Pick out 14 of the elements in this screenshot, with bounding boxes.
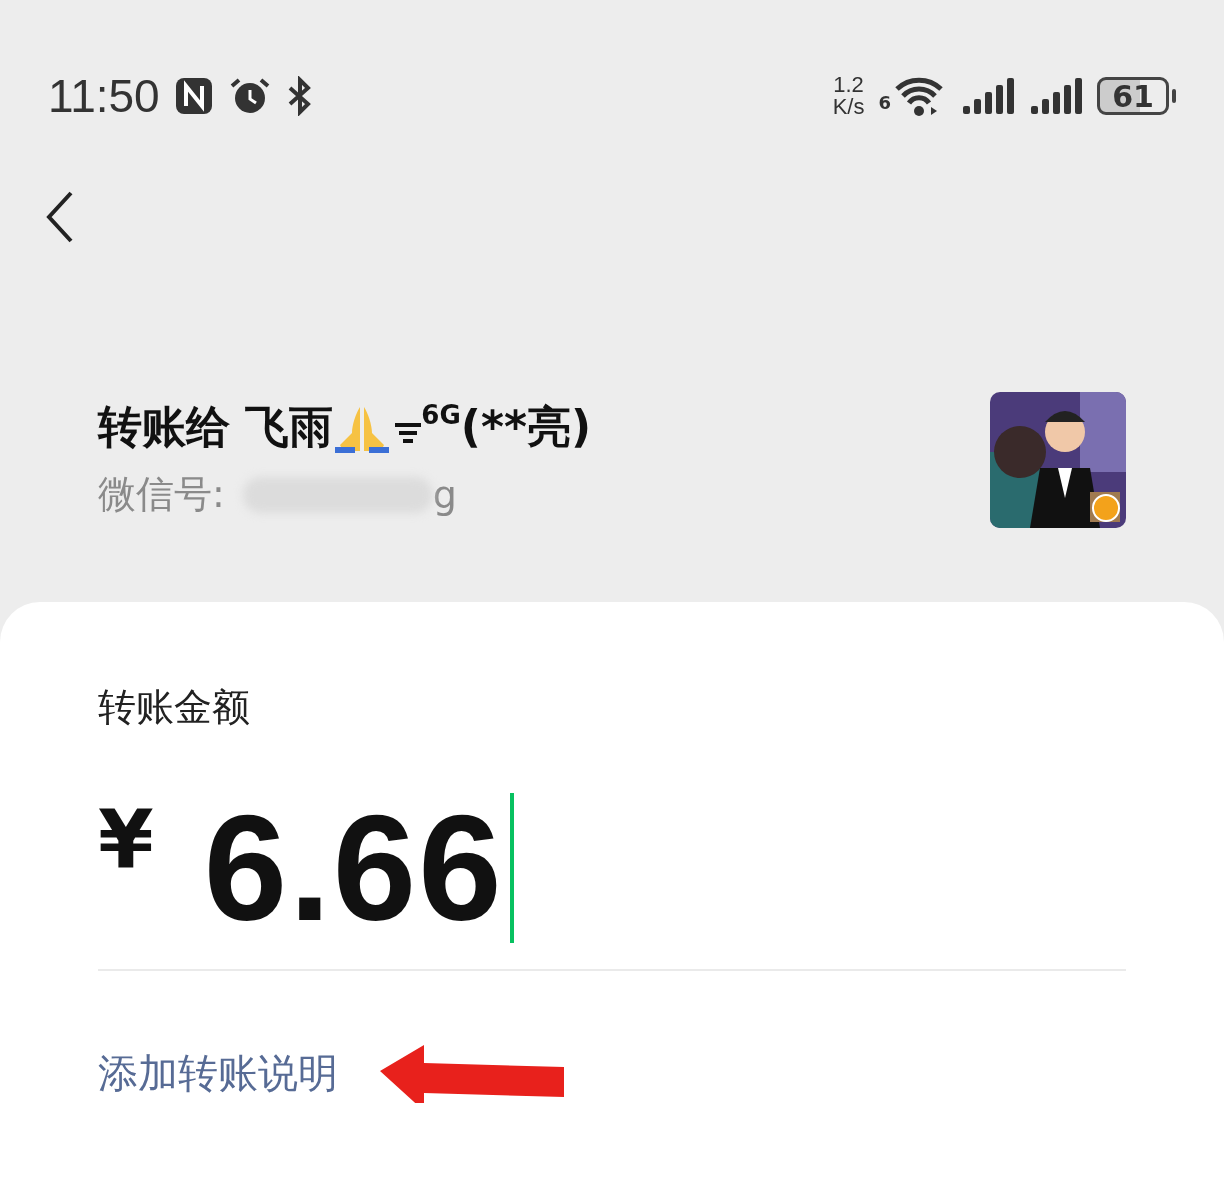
add-note-link[interactable]: 添加转账说明 bbox=[98, 1045, 338, 1101]
network-speed: 1.2 K/s bbox=[832, 74, 865, 118]
amount-value: 6.66 bbox=[203, 782, 504, 954]
recipient-name: 转账给 飞雨 bbox=[98, 400, 334, 454]
amount-label: 转账金额 bbox=[98, 684, 251, 731]
currency-symbol: ¥ bbox=[98, 793, 154, 886]
nfc-icon bbox=[173, 76, 214, 116]
status-time: 11:50 bbox=[48, 69, 160, 123]
signal-icon bbox=[961, 76, 1015, 116]
recipient-name-suffix: $^{6G}$(**亮) bbox=[421, 399, 591, 454]
signal-icon bbox=[1029, 76, 1083, 116]
wechat-id-label: 微信号: bbox=[98, 471, 225, 518]
wifi-standard-label: 6 bbox=[878, 92, 891, 113]
wechat-id-tail: g bbox=[432, 472, 457, 517]
